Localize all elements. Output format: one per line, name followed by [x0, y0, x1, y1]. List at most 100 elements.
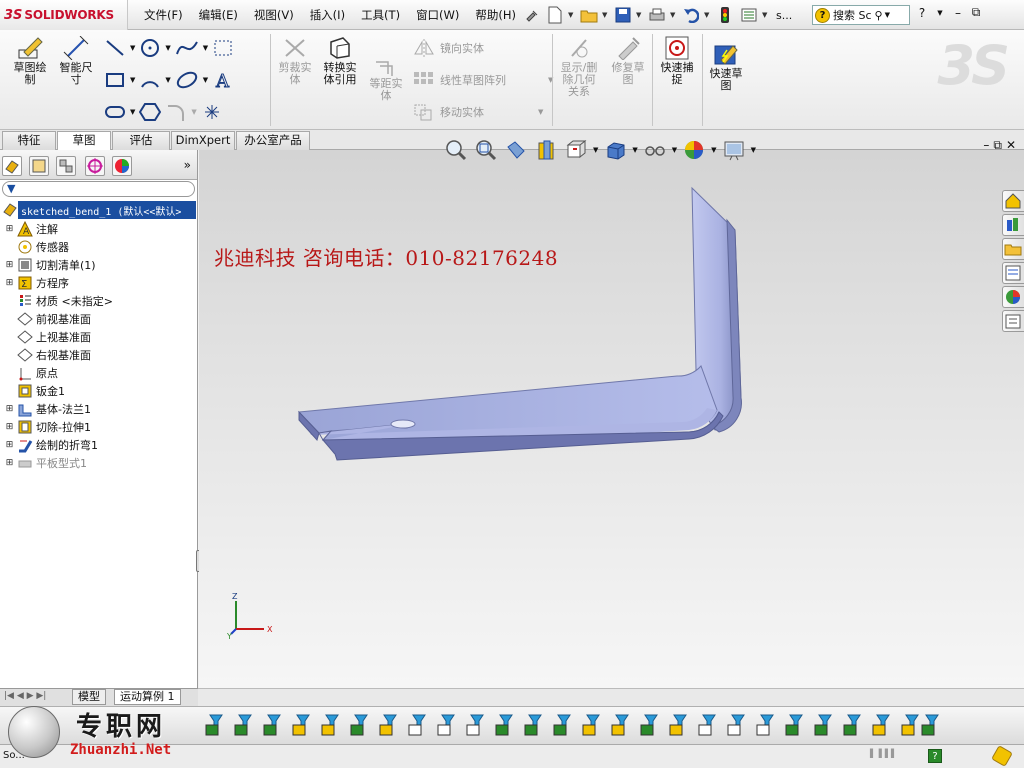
menu-window[interactable]: 窗口(W) — [408, 0, 467, 30]
tab-features[interactable]: 特征 — [2, 131, 56, 150]
design-library-icon[interactable] — [1002, 214, 1024, 236]
coincident-relation-icon[interactable] — [205, 714, 223, 736]
offset-entities-button[interactable]: 等距实 体 — [364, 60, 408, 102]
horizontal-relation-icon[interactable] — [234, 714, 252, 736]
rebuild-traffic-light-icon[interactable] — [714, 5, 736, 25]
custom-properties-icon[interactable] — [1002, 310, 1024, 332]
merge-relation-icon[interactable] — [553, 714, 571, 736]
expand-plus-icon[interactable]: ⊞ — [4, 458, 15, 468]
tree-item[interactable]: 前视基准面 — [0, 310, 196, 328]
chevron-down-icon[interactable]: ▼ — [165, 76, 170, 84]
chevron-down-icon[interactable]: ▼ — [602, 11, 610, 19]
line-icon[interactable] — [104, 38, 126, 58]
search-input[interactable]: ? 搜索 Sc ⚲ ▼ — [812, 5, 910, 25]
chevron-down-icon[interactable]: ▼ — [165, 44, 170, 52]
circle-icon[interactable] — [139, 38, 161, 58]
chevron-down-icon[interactable]: ▼ — [704, 11, 712, 19]
chevron-down-icon[interactable]: ▼ — [885, 11, 890, 19]
spline-icon[interactable] — [175, 38, 199, 58]
construction-geometry-icon[interactable] — [212, 38, 234, 58]
centerline-relation-icon[interactable] — [901, 714, 919, 736]
expand-panel-icon[interactable]: » — [184, 158, 191, 172]
tree-item[interactable]: ⊞ 切除-拉伸1 — [0, 418, 196, 436]
minimize-button[interactable]: – — [950, 6, 966, 20]
surface-finish-relation-icon[interactable] — [756, 714, 774, 736]
tree-item[interactable]: 上视基准面 — [0, 328, 196, 346]
tangent-relation-icon[interactable] — [408, 714, 426, 736]
perpendicular-relation-icon[interactable] — [379, 714, 397, 736]
intersection-relation-icon[interactable] — [611, 714, 629, 736]
tree-filter-input[interactable]: ▼ — [2, 181, 195, 197]
convert-entities-button[interactable]: 转换实 体引用 — [318, 36, 362, 86]
polygon-icon[interactable] — [139, 102, 162, 122]
print-icon[interactable] — [646, 5, 668, 25]
view-palette-icon[interactable] — [1002, 262, 1024, 284]
expand-plus-icon[interactable]: ⊞ — [4, 440, 15, 450]
parallel-relation-icon[interactable] — [350, 714, 368, 736]
open-folder-icon[interactable] — [578, 5, 600, 25]
smart-dim-relation-icon[interactable] — [727, 714, 745, 736]
tab-model[interactable]: 模型 — [72, 689, 106, 705]
pierce-relation-icon[interactable] — [582, 714, 600, 736]
chevron-down-icon[interactable]: ▼ — [932, 9, 948, 17]
point-icon[interactable] — [201, 102, 223, 122]
repair-sketch-button[interactable]: 修复草 图 — [606, 36, 650, 86]
tree-item[interactable]: ⊞ Σ 方程序 — [0, 274, 196, 292]
chevron-down-icon[interactable]: ▼ — [538, 108, 543, 116]
text-note-relation-icon[interactable] — [698, 714, 716, 736]
midpoint-relation-icon[interactable] — [466, 714, 484, 736]
expand-plus-icon[interactable]: ⊞ — [4, 260, 15, 270]
feature-manager-tab-icon[interactable] — [2, 156, 22, 176]
tab-scroll-icon[interactable]: |◀ ◀ ▶ ▶| — [4, 691, 46, 701]
ellipse-icon[interactable] — [175, 70, 199, 90]
new-document-icon[interactable] — [544, 5, 566, 25]
pin-icon[interactable] — [520, 5, 542, 25]
trim-entities-button[interactable]: 剪裁实 体 — [274, 36, 316, 86]
move-entities-button[interactable]: 移动实体 ▼ — [412, 102, 543, 122]
tab-office-products[interactable]: 办公室产品 — [236, 131, 310, 150]
chevron-down-icon[interactable]: ▼ — [203, 44, 208, 52]
weld-symbol-relation-icon[interactable] — [785, 714, 803, 736]
appearances-scenes-icon[interactable] — [1002, 286, 1024, 308]
display-manager-tab-icon[interactable] — [112, 156, 132, 176]
horizontal-scrollbar[interactable] — [198, 688, 1024, 706]
chevron-down-icon[interactable]: ▼ — [636, 11, 644, 19]
text-icon[interactable]: A — [212, 70, 234, 91]
symmetric-relation-icon[interactable] — [524, 714, 542, 736]
equal-relation-icon[interactable] — [495, 714, 513, 736]
chevron-down-icon[interactable]: ▼ — [203, 76, 208, 84]
display-delete-relations-button[interactable]: 显示/删 除几何 关系 — [556, 36, 602, 98]
help-button[interactable]: ? — [914, 6, 930, 20]
dimxpert-manager-tab-icon[interactable] — [85, 156, 105, 176]
chevron-down-icon[interactable]: ▼ — [130, 76, 135, 84]
chevron-down-icon[interactable]: ▼ — [568, 11, 576, 19]
vertical-relation-icon[interactable] — [263, 714, 281, 736]
concentric-relation-icon[interactable] — [437, 714, 455, 736]
expand-plus-icon[interactable]: ⊞ — [4, 422, 15, 432]
chevron-down-icon[interactable]: ▼ — [670, 11, 678, 19]
rapid-sketch-button[interactable]: 快速草 图 — [704, 42, 748, 92]
dimension-relation-icon[interactable] — [669, 714, 687, 736]
tree-item[interactable]: 传感器 — [0, 238, 196, 256]
tree-item[interactable]: 钣金1 — [0, 382, 196, 400]
solidworks-logo[interactable]: 3S SOLIDWORKS — [0, 0, 128, 30]
chevron-down-icon[interactable]: ▼ — [130, 108, 135, 116]
menu-insert[interactable]: 插入(I) — [302, 0, 353, 30]
quick-access-more[interactable]: s... — [772, 9, 796, 22]
menu-view[interactable]: 视图(V) — [246, 0, 302, 30]
fix-relation-icon[interactable] — [292, 714, 310, 736]
mirror-entities-button[interactable]: 镜向实体 — [412, 38, 484, 58]
slot-icon[interactable] — [104, 102, 126, 122]
expand-plus-icon[interactable]: ⊞ — [4, 278, 15, 288]
graphics-area[interactable]: ▼ ▼ ▼ ▼ ▼ – ⧉ ✕ 兆迪科技 咨询电话：010-82176248 Z… — [199, 138, 1024, 688]
restore-button[interactable]: ⧉ — [968, 5, 984, 20]
tab-motion-study[interactable]: 运动算例 1 — [114, 689, 181, 705]
undo-icon[interactable] — [680, 5, 702, 25]
expand-plus-icon[interactable]: ⊞ — [4, 224, 15, 234]
tab-sketch[interactable]: 草图 — [57, 131, 111, 151]
property-manager-tab-icon[interactable] — [29, 156, 49, 176]
tree-item[interactable]: 右视基准面 — [0, 346, 196, 364]
tree-item[interactable]: ⊞ A 注解 — [0, 220, 196, 238]
chevron-down-icon[interactable]: ▼ — [130, 44, 135, 52]
more-relation-icon[interactable] — [921, 714, 939, 736]
